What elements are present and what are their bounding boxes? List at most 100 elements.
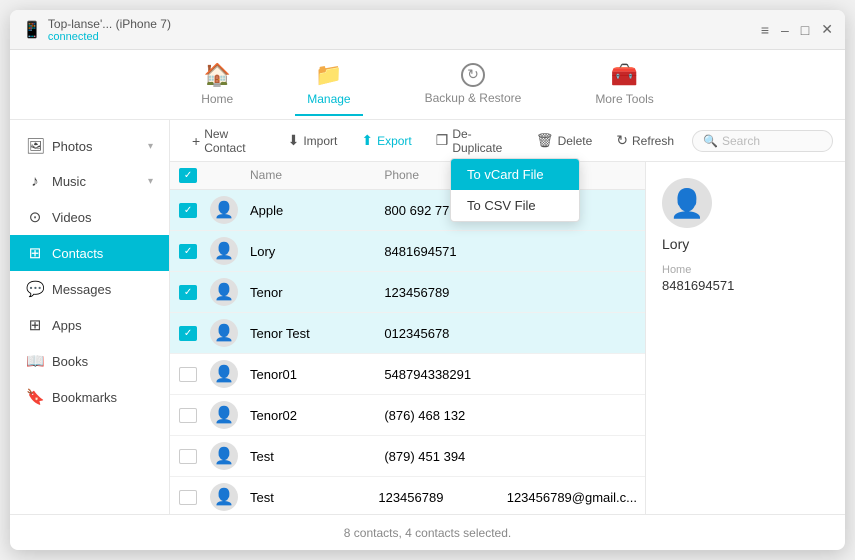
- music-arrow: ▾: [148, 176, 153, 187]
- export-button[interactable]: ⬆ Export: [351, 127, 421, 154]
- contact-phone-6: (876) 468 132: [376, 408, 510, 423]
- manage-icon: 📁: [315, 62, 342, 88]
- sidebar: 🖼 Photos ▾ ♪ Music ▾ ⊙ Videos ⊞ Contacts…: [10, 120, 170, 514]
- sidebar-messages-label: Messages: [52, 282, 111, 297]
- avatar-5: 👤: [210, 360, 238, 388]
- content-area: + New Contact ⬇ Import ⬆ Export ❐ De-Dup…: [170, 120, 845, 514]
- new-contact-label: New Contact: [204, 127, 263, 155]
- search-icon: 🔍: [703, 134, 718, 148]
- sidebar-item-photos[interactable]: 🖼 Photos ▾: [10, 128, 169, 164]
- device-status: connected: [48, 31, 171, 43]
- sidebar-videos-label: Videos: [52, 210, 92, 225]
- app-window: 📱 Top-lanse'... (iPhone 7) connected ≡ –…: [10, 10, 845, 550]
- contact-name-8: Test: [242, 490, 370, 505]
- nav-manage[interactable]: 📁 Manage: [295, 54, 362, 116]
- backup-icon: ↻: [461, 63, 485, 87]
- row-checkbox-6[interactable]: [179, 408, 197, 423]
- sidebar-photos-label: Photos: [52, 139, 92, 154]
- nav-home-label: Home: [201, 92, 233, 106]
- header-checkbox: ✓: [170, 168, 206, 183]
- menu-icon[interactable]: ≡: [761, 22, 769, 38]
- device-info: 📱 Top-lanse'... (iPhone 7) connected: [22, 17, 171, 43]
- contact-phone-2: 8481694571: [376, 244, 510, 259]
- sidebar-item-messages[interactable]: 💬 Messages: [10, 271, 169, 307]
- export-vcard-option[interactable]: To vCard File: [451, 159, 579, 190]
- contact-phone-8: 123456789: [370, 490, 498, 505]
- sidebar-contacts-label: Contacts: [52, 246, 103, 261]
- table-row[interactable]: ✓ 👤 Lory 8481694571: [170, 231, 645, 272]
- row-checkbox-4[interactable]: ✓: [179, 326, 197, 341]
- avatar-4: 👤: [210, 319, 238, 347]
- export-csv-option[interactable]: To CSV File: [451, 190, 579, 221]
- table-row[interactable]: 👤 Tenor01 548794338291: [170, 354, 645, 395]
- maximize-icon[interactable]: □: [801, 22, 809, 38]
- contact-name-6: Tenor02: [242, 408, 376, 423]
- new-contact-button[interactable]: + New Contact: [182, 122, 274, 160]
- sidebar-item-apps[interactable]: ⊞ Apps: [10, 307, 169, 343]
- books-icon: 📖: [26, 352, 44, 370]
- select-all-checkbox[interactable]: ✓: [179, 168, 197, 183]
- table-body: ✓ 👤 Apple 800 692 7753 ✓ 👤 Lory 848169: [170, 190, 645, 514]
- avatar-7: 👤: [210, 442, 238, 470]
- header-avatar: [206, 168, 242, 183]
- nav-home[interactable]: 🏠 Home: [189, 54, 245, 116]
- sidebar-bookmarks-label: Bookmarks: [52, 390, 117, 405]
- import-label: Import: [303, 134, 337, 148]
- refresh-button[interactable]: ↻ Refresh: [606, 127, 684, 154]
- detail-avatar: 👤: [662, 178, 712, 228]
- sidebar-apps-label: Apps: [52, 318, 82, 333]
- row-checkbox-5[interactable]: [179, 367, 197, 382]
- nav-backup[interactable]: ↻ Backup & Restore: [413, 55, 534, 115]
- toolbar: + New Contact ⬇ Import ⬆ Export ❐ De-Dup…: [170, 120, 845, 162]
- contact-email-8: 123456789@gmail.c...: [499, 490, 645, 505]
- deduplicate-button[interactable]: ❐ De-Duplicate: [426, 122, 522, 160]
- table-row[interactable]: 👤 Test 123456789 123456789@gmail.c...: [170, 477, 645, 514]
- avatar-3: 👤: [210, 278, 238, 306]
- export-label: Export: [377, 134, 412, 148]
- contact-phone-5: 548794338291: [376, 367, 510, 382]
- main-area: 🖼 Photos ▾ ♪ Music ▾ ⊙ Videos ⊞ Contacts…: [10, 120, 845, 514]
- minimize-icon[interactable]: –: [781, 22, 789, 38]
- deduplicate-label: De-Duplicate: [452, 127, 511, 155]
- row-checkbox-7[interactable]: [179, 449, 197, 464]
- nav-manage-label: Manage: [307, 92, 350, 106]
- delete-button[interactable]: 🗑 Delete: [526, 127, 602, 154]
- new-contact-icon: +: [192, 133, 200, 149]
- row-checkbox-2[interactable]: ✓: [179, 244, 197, 259]
- bookmarks-icon: 🔖: [26, 388, 44, 406]
- avatar-8: 👤: [210, 483, 238, 511]
- import-button[interactable]: ⬇ Import: [278, 127, 348, 154]
- table-row[interactable]: ✓ 👤 Tenor Test 012345678: [170, 313, 645, 354]
- photos-arrow: ▾: [148, 141, 153, 152]
- sidebar-item-books[interactable]: 📖 Books: [10, 343, 169, 379]
- table-rows-container: ✓ 👤 Apple 800 692 7753 ✓ 👤 Lory 848169: [170, 190, 645, 514]
- search-input[interactable]: [722, 134, 822, 148]
- device-name: Top-lanse'... (iPhone 7): [48, 17, 171, 31]
- contact-phone-3: 123456789: [376, 285, 510, 300]
- photos-icon: 🖼: [26, 137, 44, 155]
- nav-tools[interactable]: 🧰 More Tools: [583, 54, 665, 116]
- nav-tools-label: More Tools: [595, 92, 653, 106]
- contact-name-5: Tenor01: [242, 367, 376, 382]
- table-row[interactable]: ✓ 👤 Tenor 123456789: [170, 272, 645, 313]
- sidebar-item-videos[interactable]: ⊙ Videos: [10, 199, 169, 235]
- home-icon: 🏠: [204, 62, 231, 88]
- table-row[interactable]: 👤 Test (879) 451 394: [170, 436, 645, 477]
- row-checkbox-3[interactable]: ✓: [179, 285, 197, 300]
- avatar-1: 👤: [210, 196, 238, 224]
- table-row[interactable]: 👤 Tenor02 (876) 468 132: [170, 395, 645, 436]
- row-checkbox-1[interactable]: ✓: [179, 203, 197, 218]
- messages-icon: 💬: [26, 280, 44, 298]
- contact-name-2: Lory: [242, 244, 376, 259]
- contact-name-4: Tenor Test: [242, 326, 376, 341]
- sidebar-item-bookmarks[interactable]: 🔖 Bookmarks: [10, 379, 169, 415]
- avatar-6: 👤: [210, 401, 238, 429]
- contact-phone-7: (879) 451 394: [376, 449, 510, 464]
- status-text: 8 contacts, 4 contacts selected.: [344, 526, 511, 540]
- sidebar-item-contacts[interactable]: ⊞ Contacts: [10, 235, 169, 271]
- sidebar-item-music[interactable]: ♪ Music ▾: [10, 164, 169, 199]
- row-checkbox-8[interactable]: [179, 490, 197, 505]
- contact-name-7: Test: [242, 449, 376, 464]
- export-dropdown: To vCard File To CSV File: [450, 158, 580, 222]
- close-icon[interactable]: ✕: [821, 21, 833, 38]
